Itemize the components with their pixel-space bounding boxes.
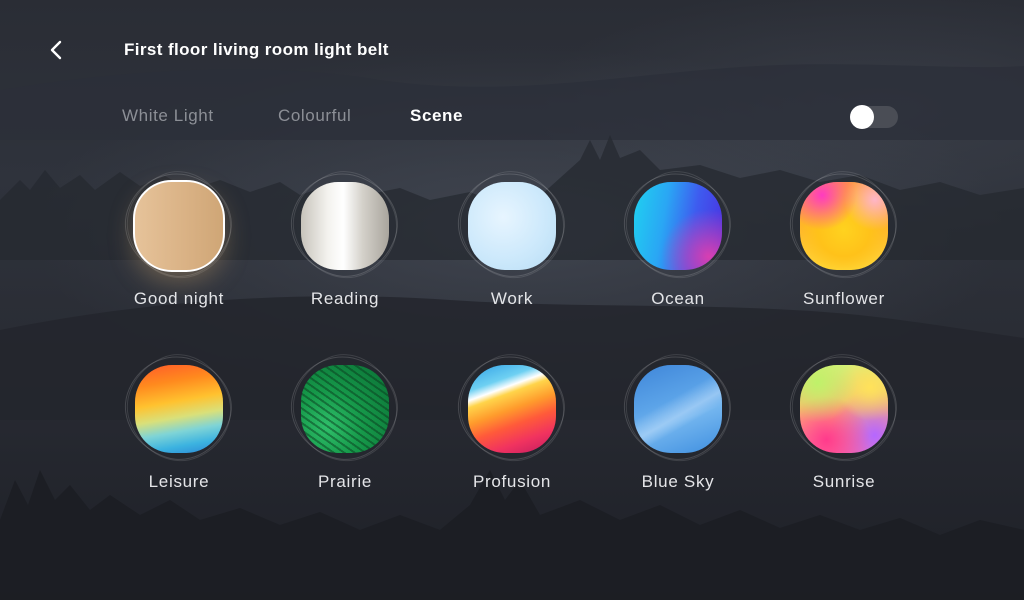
scene-label: Good night bbox=[133, 289, 225, 308]
scene-grid: Good night Reading Work Ocean Sunflower … bbox=[0, 0, 1024, 600]
scene-label: Sunrise bbox=[812, 472, 876, 491]
scene-label: Prairie bbox=[317, 472, 373, 491]
scene-orb bbox=[443, 338, 581, 478]
scene-orb bbox=[775, 338, 913, 478]
scene-label: Work bbox=[490, 289, 534, 308]
leisure-swatch bbox=[135, 365, 223, 453]
scene-label: Leisure bbox=[148, 472, 210, 491]
scene-good-night[interactable]: Good night bbox=[100, 155, 250, 328]
scene-label: Profusion bbox=[472, 472, 552, 491]
scene-prairie[interactable]: Prairie bbox=[266, 338, 416, 511]
reading-swatch bbox=[301, 182, 389, 270]
scene-orb bbox=[276, 155, 414, 295]
scene-reading[interactable]: Reading bbox=[266, 155, 416, 328]
scene-orb bbox=[110, 338, 248, 478]
scene-orb bbox=[609, 338, 747, 478]
scene-label: Blue Sky bbox=[641, 472, 715, 491]
profusion-swatch bbox=[468, 365, 556, 453]
scene-orb bbox=[276, 338, 414, 478]
scene-label: Reading bbox=[310, 289, 380, 308]
ocean-swatch bbox=[634, 182, 722, 270]
scene-label: Sunflower bbox=[803, 289, 885, 308]
good-night-swatch bbox=[133, 180, 225, 272]
prairie-swatch bbox=[301, 365, 389, 453]
sunflower-swatch bbox=[800, 182, 888, 270]
scene-ocean[interactable]: Ocean bbox=[599, 155, 749, 328]
scene-orb bbox=[775, 155, 913, 295]
scene-sunrise[interactable]: Sunrise bbox=[765, 338, 915, 511]
scene-sunflower[interactable]: Sunflower bbox=[765, 155, 915, 328]
scene-orb bbox=[110, 155, 248, 295]
scene-leisure[interactable]: Leisure bbox=[100, 338, 250, 511]
scene-label: Ocean bbox=[651, 289, 705, 308]
scene-orb bbox=[609, 155, 747, 295]
scene-blue-sky[interactable]: Blue Sky bbox=[599, 338, 749, 511]
scene-orb bbox=[443, 155, 581, 295]
blue-sky-swatch bbox=[634, 365, 722, 453]
scene-work[interactable]: Work bbox=[433, 155, 583, 328]
scene-profusion[interactable]: Profusion bbox=[433, 338, 583, 511]
sunrise-swatch bbox=[800, 365, 888, 453]
work-swatch bbox=[468, 182, 556, 270]
